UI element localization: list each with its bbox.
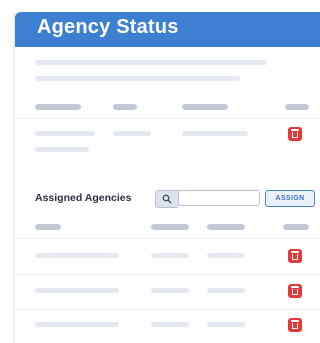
cell-placeholder	[151, 288, 189, 293]
cell-placeholder	[207, 253, 245, 258]
column-header-placeholder	[35, 104, 81, 110]
cell-placeholder	[35, 131, 95, 136]
table-divider	[15, 274, 320, 275]
description-placeholder-line	[35, 60, 267, 65]
cell-placeholder	[151, 322, 189, 327]
cell-placeholder	[35, 322, 119, 327]
table-divider	[15, 238, 320, 239]
cell-placeholder	[113, 131, 151, 136]
trash-icon[interactable]	[288, 318, 302, 332]
agency-status-panel: Agency Status Assigned Agencies ASSIGN	[14, 12, 320, 343]
cell-placeholder	[151, 253, 189, 258]
column-header-placeholder	[283, 224, 309, 230]
agency-search-input[interactable]	[178, 190, 260, 206]
cell-placeholder	[35, 147, 89, 152]
cell-placeholder	[207, 322, 245, 327]
column-header-placeholder	[151, 224, 189, 230]
assigned-agencies-label: Assigned Agencies	[35, 192, 132, 204]
column-header-placeholder	[113, 104, 137, 110]
column-header-placeholder	[182, 104, 228, 110]
description-placeholder-line	[35, 76, 240, 81]
panel-title: Agency Status	[37, 16, 179, 38]
cell-placeholder	[35, 253, 119, 258]
table-divider	[15, 118, 320, 119]
cell-placeholder	[207, 288, 245, 293]
trash-icon[interactable]	[288, 284, 302, 298]
trash-icon[interactable]	[288, 249, 302, 263]
trash-icon[interactable]	[288, 127, 302, 141]
assign-button[interactable]: ASSIGN	[265, 190, 315, 207]
table-divider	[15, 309, 320, 310]
column-header-placeholder	[35, 224, 61, 230]
cell-placeholder	[35, 288, 119, 293]
panel-header: Agency Status	[15, 12, 320, 47]
search-icon	[155, 190, 178, 208]
column-header-placeholder	[285, 104, 309, 110]
column-header-placeholder	[207, 224, 245, 230]
cell-placeholder	[182, 131, 248, 136]
